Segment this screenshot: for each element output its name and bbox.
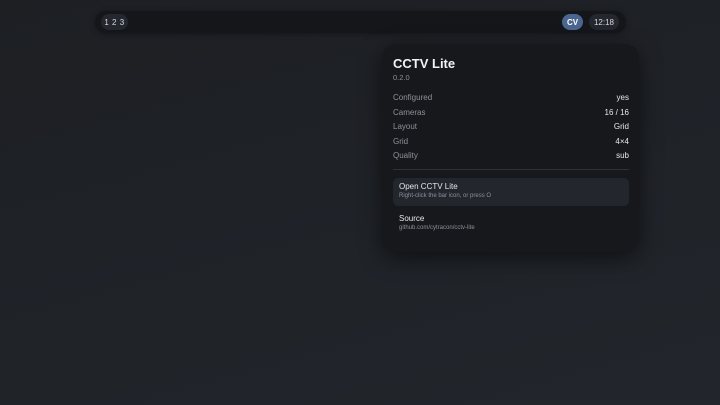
action-hint: Right-click the bar icon, or press O: [399, 193, 492, 199]
info-value: 16 / 16: [604, 107, 629, 117]
workspace-indicator[interactable]: 1 2 3: [101, 14, 128, 30]
info-value: yes: [616, 92, 629, 102]
info-key: Grid: [393, 136, 409, 146]
version-label: 0.2.0: [393, 73, 410, 82]
info-value: sub: [616, 150, 629, 160]
info-row-configured: Configured yes: [393, 91, 629, 103]
info-key: Cameras: [393, 107, 426, 117]
divider: [393, 169, 629, 170]
info-row-cameras: Cameras 16 / 16: [393, 106, 629, 118]
clock[interactable]: 12:18: [589, 14, 619, 30]
open-cctv-lite-button[interactable]: Open CCTV Lite Right-click the bar icon,…: [393, 178, 629, 206]
info-value: 4×4: [615, 136, 629, 146]
info-key: Configured: [393, 92, 433, 102]
info-row-quality: Quality sub: [393, 149, 629, 161]
info-key: Layout: [393, 121, 418, 131]
info-row-layout: Layout Grid: [393, 120, 629, 132]
panel-title: CCTV Lite: [393, 56, 456, 71]
info-key: Quality: [393, 150, 418, 160]
cctv-bar-icon[interactable]: CV: [562, 14, 583, 30]
action-label: Open CCTV Lite: [399, 182, 458, 191]
info-value: Grid: [613, 121, 629, 131]
source-link[interactable]: Source github.com/cytracon/cctv-lite: [393, 210, 629, 238]
source-url: github.com/cytracon/cctv-lite: [399, 225, 475, 231]
top-bar: 1 2 3 CV 12:18: [95, 11, 626, 33]
info-row-grid: Grid 4×4: [393, 135, 629, 147]
cctv-info-panel: CCTV Lite 0.2.0 Configured yes Cameras 1…: [382, 44, 639, 252]
action-label: Source: [399, 214, 425, 223]
